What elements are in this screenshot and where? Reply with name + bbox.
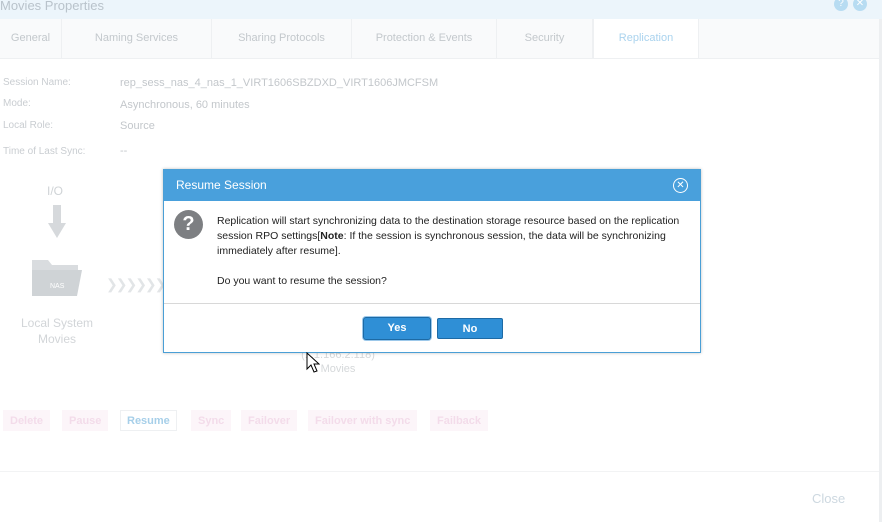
yes-button[interactable]: Yes <box>364 318 430 339</box>
failback-button[interactable]: Failback <box>430 410 489 431</box>
tab-general[interactable]: General <box>0 19 62 58</box>
mouse-cursor-icon <box>306 352 320 373</box>
local-resource-label: Movies <box>37 332 76 346</box>
io-label: I/O <box>47 184 64 198</box>
failover-with-sync-button[interactable]: Failover with sync <box>308 410 418 431</box>
tab-sharing-protocols[interactable]: Sharing Protocols <box>212 19 352 58</box>
mode-value: Asynchronous, 60 minutes <box>120 99 250 111</box>
help-icon[interactable]: ? <box>834 0 848 11</box>
dialog-question: Do you want to resume the session? <box>217 275 387 287</box>
last-sync-label: Time of Last Sync: <box>3 146 86 157</box>
last-sync-value: -- <box>120 145 128 157</box>
window-titlebar: Movies Properties ? ✕ <box>0 0 882 19</box>
resume-session-dialog: Resume Session ✕ ? Replication will star… <box>163 169 701 353</box>
tab-bar: General Naming Services Sharing Protocol… <box>0 19 882 59</box>
close-button[interactable]: Close <box>812 491 845 506</box>
footer-divider <box>0 471 882 472</box>
dialog-divider <box>164 303 700 304</box>
close-icon[interactable]: ✕ <box>853 0 867 11</box>
dialog-message: Replication will start synchronizing dat… <box>217 214 687 259</box>
pause-button[interactable]: Pause <box>62 410 109 431</box>
dialog-title: Resume Session <box>176 178 267 192</box>
remote-resource-label: Movies <box>320 363 356 375</box>
tab-security[interactable]: Security <box>497 19 593 58</box>
local-role-label: Local Role: <box>3 120 54 131</box>
session-name-label: Session Name: <box>3 77 71 88</box>
question-icon: ? <box>174 210 203 239</box>
nas-badge: NAS <box>50 283 65 290</box>
local-system-label: Local System <box>20 316 94 330</box>
arrow-down-icon <box>48 205 66 238</box>
nas-folder-icon: NAS <box>32 260 82 296</box>
resume-button[interactable]: Resume <box>120 410 177 431</box>
session-name-value: rep_sess_nas_4_nas_1_VIRT1606SBZDXD_VIRT… <box>120 77 439 89</box>
dialog-note-label: Note <box>320 230 344 242</box>
no-button[interactable]: No <box>437 318 503 339</box>
delete-button[interactable]: Delete <box>3 410 51 431</box>
tab-replication[interactable]: Replication <box>593 19 699 58</box>
dialog-close-icon[interactable]: ✕ <box>673 178 688 193</box>
failover-button[interactable]: Failover <box>241 410 298 431</box>
tab-naming-services[interactable]: Naming Services <box>62 19 212 58</box>
dialog-header: Resume Session ✕ <box>164 170 700 201</box>
mode-label: Mode: <box>3 98 31 109</box>
local-role-value: Source <box>120 120 155 132</box>
sync-button[interactable]: Sync <box>191 410 232 431</box>
window-title: Movies Properties <box>0 0 105 13</box>
tab-protection-events[interactable]: Protection & Events <box>352 19 497 58</box>
